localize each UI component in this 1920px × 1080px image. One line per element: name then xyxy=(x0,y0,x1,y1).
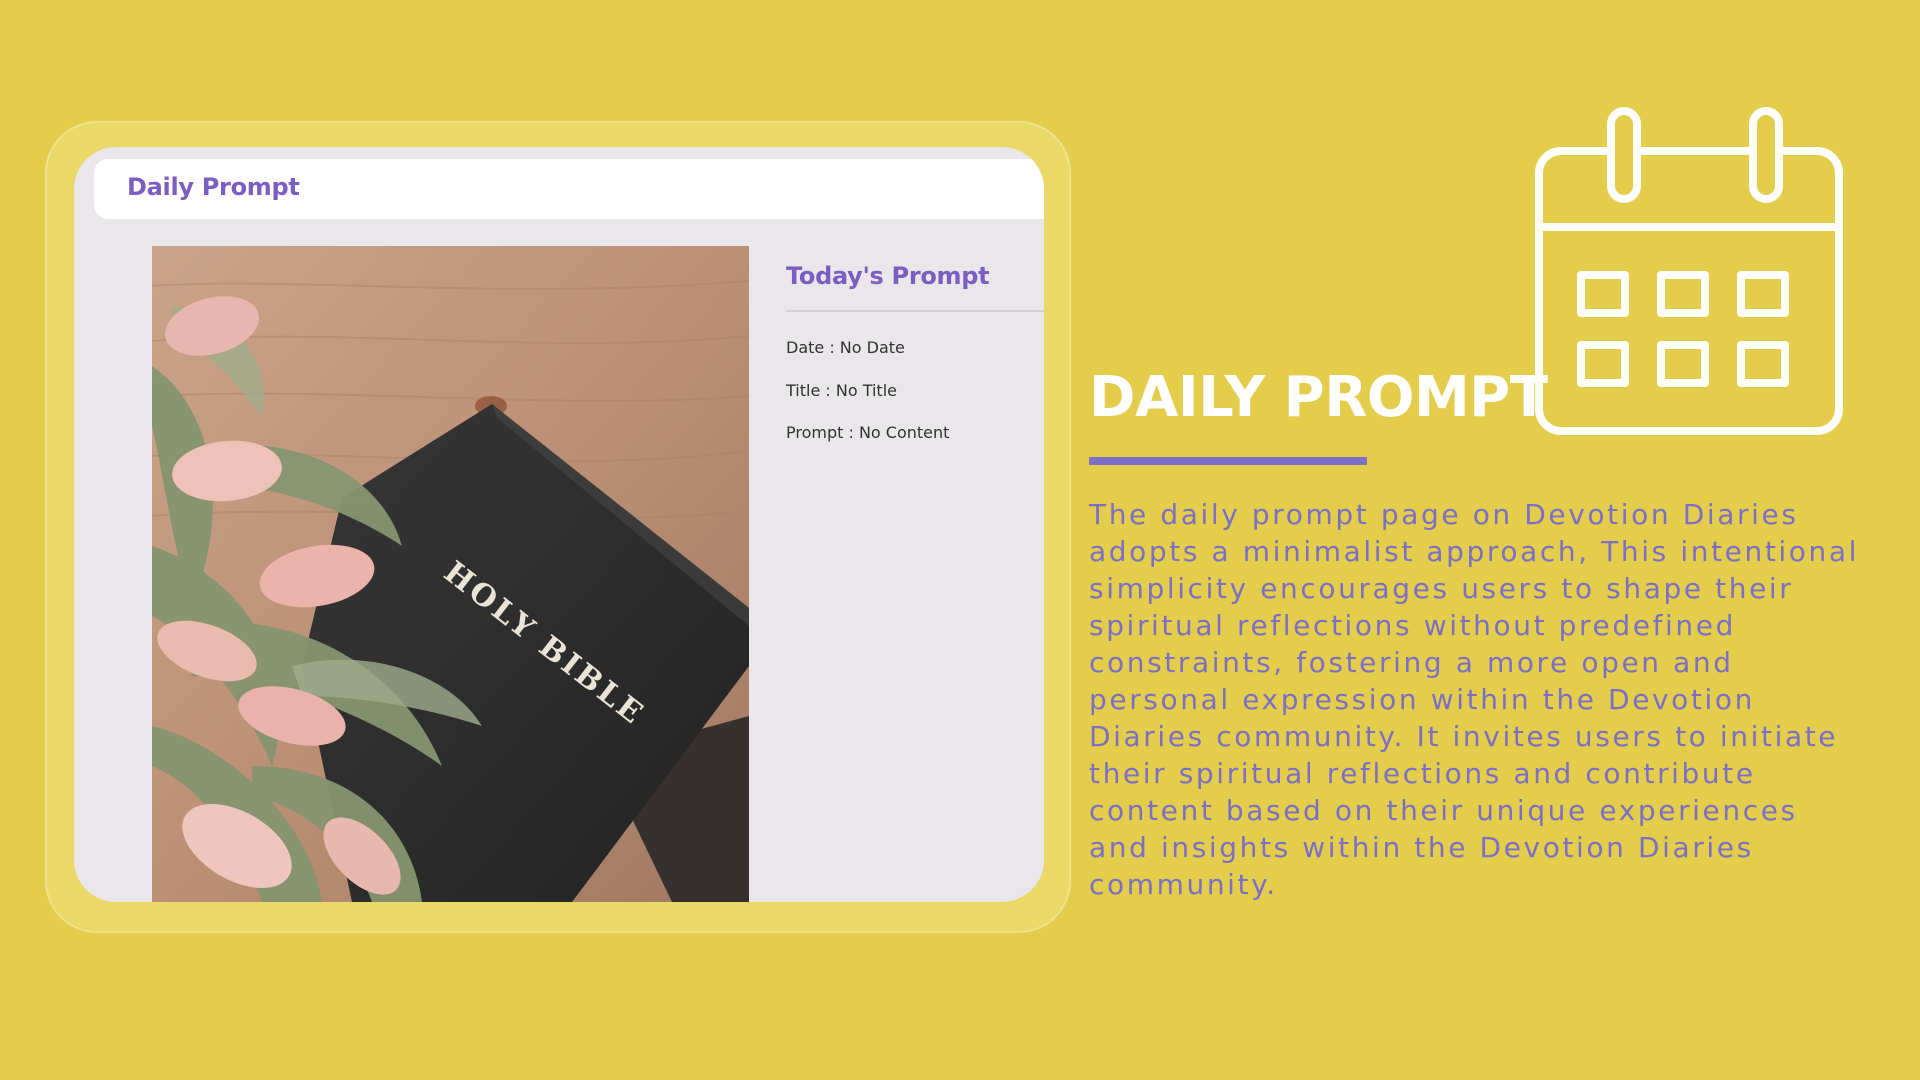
app-screenshot: Daily Prompt HOLY BIBLE Today's Prompt D… xyxy=(74,147,1044,902)
title-underline xyxy=(1089,457,1367,465)
panel-divider xyxy=(786,310,1044,312)
section-description: The daily prompt page on Devotion Diarie… xyxy=(1089,498,1859,901)
section-title: DAILY PROMPT xyxy=(1089,365,1548,430)
prompt-date: Date : No Date xyxy=(786,338,905,357)
prompt-panel: Today's Prompt Date : No Date Title : No… xyxy=(786,246,1044,646)
bible-photo: HOLY BIBLE xyxy=(152,246,749,902)
prompt-title: Title : No Title xyxy=(786,381,897,400)
app-header: Daily Prompt xyxy=(94,159,1044,219)
todays-prompt-heading: Today's Prompt xyxy=(786,262,990,290)
app-header-title: Daily Prompt xyxy=(127,173,300,201)
prompt-content: Prompt : No Content xyxy=(786,423,950,442)
calendar-icon xyxy=(1535,105,1855,435)
